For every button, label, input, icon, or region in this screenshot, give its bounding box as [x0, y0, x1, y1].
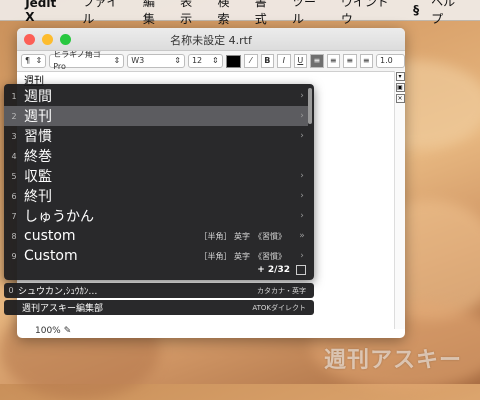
- candidate-row[interactable]: 1 週間 ›: [4, 86, 308, 106]
- menu-file[interactable]: ファイル: [82, 0, 129, 27]
- watermark-logo: 週刊アスキー: [323, 348, 462, 373]
- candidate-row[interactable]: 7 しゅうかん ›: [4, 206, 308, 226]
- menu-edit[interactable]: 編集: [143, 0, 166, 27]
- justify-button[interactable]: ≡: [359, 54, 373, 68]
- chevron-right-icon: ›: [300, 131, 304, 141]
- ime-candidate-window: 1 週間 › 2 週刊 › 3 習慣 › 4 終巻 5 収監 › 6 終刊 › 7 しゅうかん › 8 cu…: [4, 84, 314, 280]
- text-color-swatch[interactable]: [225, 54, 242, 68]
- menu-format[interactable]: 書式: [255, 0, 278, 27]
- menu-tools[interactable]: ツール: [292, 0, 327, 27]
- align-left-button[interactable]: ≡: [310, 54, 324, 68]
- font-weight-select[interactable]: W3 ⇕: [127, 54, 185, 68]
- candidate-scrollbar[interactable]: [308, 88, 312, 124]
- window-titlebar: 名称未設定 4.rtf: [17, 28, 405, 51]
- status-bar: 100% ✎: [35, 324, 71, 338]
- lock-icon[interactable]: ▣: [395, 83, 405, 92]
- candidate-row[interactable]: 9 Custom ［半角］ 英字 《習慣》 ›: [4, 246, 308, 266]
- page-indicator: + 2/32: [257, 265, 290, 275]
- format-toolbar: ¶ ⇕ ヒラギノ角ゴ Pro ⇕ W3 ⇕ 12 ⇕ ⁄ B I U ≡ ≡ ≡ ≡ 1…: [17, 50, 405, 72]
- menu-bar: Jedit X ファイル 編集 表示 検索 書式 ツール ウインドウ § ヘルプ: [0, 0, 480, 26]
- close-split-icon[interactable]: ×: [395, 94, 405, 103]
- candidate-row[interactable]: 6 終刊 ›: [4, 186, 308, 206]
- candidate-row[interactable]: 4 終巻: [4, 146, 308, 166]
- double-chevron-icon: »: [299, 231, 305, 241]
- candidate-row-selected[interactable]: 2 週刊 ›: [4, 106, 308, 126]
- evernote-icon[interactable]: §: [413, 3, 419, 17]
- candidate-row[interactable]: 5 収監 ›: [4, 166, 308, 186]
- menu-search[interactable]: 検索: [217, 0, 240, 27]
- zoom-level[interactable]: 100%: [35, 326, 61, 336]
- candidate-row[interactable]: 8 custom ［半角］ 英字 《習慣》»: [4, 226, 308, 246]
- align-center-button[interactable]: ≡: [326, 54, 341, 68]
- line-spacing-select[interactable]: 1.0: [375, 54, 405, 68]
- menu-help[interactable]: ヘルプ: [431, 0, 466, 27]
- bold-button[interactable]: B: [260, 54, 275, 68]
- chevron-right-icon: ›: [300, 191, 304, 201]
- highlight-color-button[interactable]: ⁄: [244, 54, 258, 68]
- chevron-right-icon: ›: [300, 91, 304, 101]
- italic-button[interactable]: I: [277, 54, 291, 68]
- list-icon[interactable]: [296, 265, 306, 275]
- paragraph-select[interactable]: ¶ ⇕: [21, 54, 47, 68]
- font-size-select[interactable]: 12 ⇕: [187, 54, 223, 68]
- katakana-candidate-row[interactable]: 0 シュウカン,ｼｭｳｶﾝ… カタカナ・英字: [4, 283, 314, 298]
- underline-button[interactable]: U: [293, 54, 308, 68]
- candidate-row[interactable]: 3 習慣 ›: [4, 126, 308, 146]
- chevron-right-icon: ›: [300, 251, 304, 261]
- font-family-select[interactable]: ヒラギノ角ゴ Pro ⇕: [49, 50, 125, 71]
- window-title: 名称未設定 4.rtf: [170, 34, 252, 47]
- menu-window[interactable]: ウインドウ: [341, 0, 399, 27]
- split-view-icon[interactable]: ▾: [395, 72, 405, 81]
- chevron-right-icon: ›: [300, 171, 304, 181]
- app-menu[interactable]: Jedit X: [25, 0, 68, 24]
- candidate-pager: + 2/32: [257, 265, 306, 275]
- chevron-right-icon: ›: [300, 211, 304, 221]
- atok-direct-row[interactable]: 週刊アスキー編集部 ATOKダイレクト: [4, 300, 314, 315]
- pen-icon[interactable]: ✎: [64, 326, 72, 336]
- menu-view[interactable]: 表示: [180, 0, 203, 27]
- align-right-button[interactable]: ≡: [343, 54, 357, 68]
- chevron-right-icon: ›: [300, 111, 304, 121]
- right-ruler: ▾ ▣ ×: [394, 71, 405, 329]
